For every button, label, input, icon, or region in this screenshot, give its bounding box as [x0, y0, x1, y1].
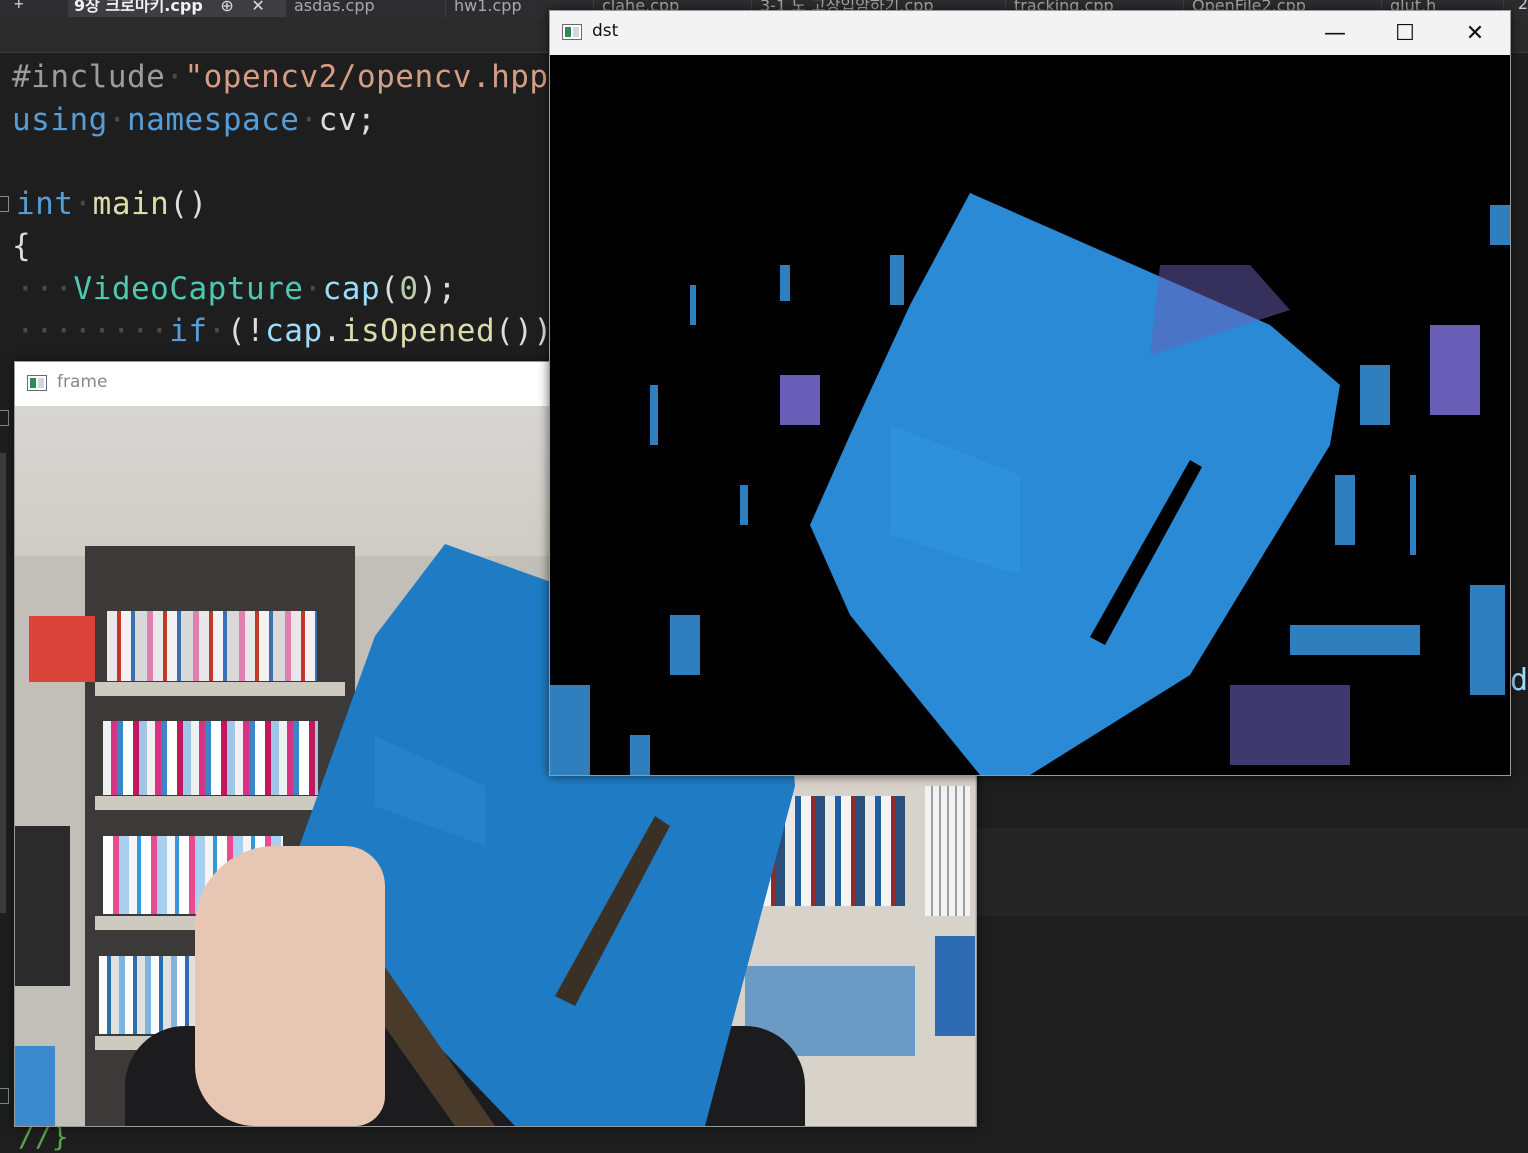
hand [195, 846, 385, 1126]
noise-speck [740, 485, 748, 525]
code-line-capture: ···VideoCapture·cap(0); [16, 271, 457, 307]
code-token: #include [12, 59, 166, 95]
maximize-icon[interactable]: ☐ [1370, 11, 1440, 55]
fold-toggle-icon[interactable] [0, 410, 9, 426]
code-token: isOpened [341, 313, 496, 349]
code-token: ); [418, 271, 457, 307]
pin-tab-icon[interactable]: ⊕ [220, 0, 233, 15]
code-edge-char: d [1509, 663, 1528, 698]
code-token: ( [380, 271, 400, 307]
code-token: cap [265, 313, 323, 349]
code-token: main [92, 186, 170, 222]
noise-speck [1410, 475, 1416, 555]
noise-speck [890, 255, 904, 305]
code-line-using: using·namespace·cv; [12, 102, 377, 138]
close-icon[interactable]: ✕ [1440, 11, 1510, 55]
noise-speck [690, 285, 696, 325]
tab-chroma-key[interactable]: 9장 크로마키.cpp ⊕ ✕ [68, 0, 286, 17]
frame-window-title: frame [57, 372, 108, 392]
noise-speck [1335, 475, 1355, 545]
noise-speck [1360, 365, 1390, 425]
noise-speck [780, 375, 820, 425]
fold-toggle-icon[interactable] [0, 196, 9, 212]
tab-label: asdas.cpp [294, 0, 375, 15]
dst-masked-image [550, 55, 1510, 775]
noise-speck [1470, 585, 1505, 695]
code-token: 0 [399, 271, 419, 307]
editor-current-line-band [976, 828, 1528, 916]
code-token: . [322, 313, 342, 349]
code-line-if: ········if·(!cap.isOpened()) [16, 313, 553, 349]
fold-toggle-icon[interactable] [0, 1088, 9, 1104]
code-token: int [16, 186, 74, 222]
code-token: (! [226, 313, 266, 349]
code-token: using [12, 102, 108, 138]
code-token: cap [322, 271, 381, 307]
code-token: { [12, 228, 32, 264]
tab-overflow-number: 2 [1517, 0, 1528, 13]
code-line-include: #include·"opencv2/opencv.hpp" [12, 59, 568, 95]
code-token: cv; [318, 102, 377, 138]
code-line-brace: { [12, 226, 31, 266]
noise-speck [650, 385, 658, 445]
code-line-main: int·main() [16, 186, 208, 222]
minimize-icon[interactable]: — [1300, 11, 1370, 55]
noise-speck [1230, 685, 1350, 765]
noise-speck [670, 615, 700, 675]
opencv-window-icon [562, 24, 582, 40]
code-token: "opencv2/opencv.hpp" [184, 59, 568, 95]
tab-asdas[interactable]: asdas.cpp [288, 0, 446, 17]
code-token: ()) [495, 313, 553, 349]
code-token: VideoCapture [73, 271, 304, 307]
noise-speck [1430, 325, 1480, 415]
dst-window[interactable]: dst — ☐ ✕ [549, 10, 1511, 776]
code-token: namespace [127, 102, 300, 138]
opencv-window-icon [27, 375, 47, 391]
tab-label: hw1.cpp [454, 0, 522, 15]
pin-icon[interactable]: + [14, 0, 24, 13]
dst-window-title: dst [592, 21, 619, 41]
dst-titlebar[interactable]: dst — ☐ ✕ [550, 11, 1510, 55]
noise-speck [630, 735, 650, 775]
code-token: () [169, 186, 208, 222]
noise-speck [780, 265, 790, 301]
noise-speck [550, 685, 590, 775]
close-tab-icon[interactable]: ✕ [251, 0, 264, 15]
noise-speck [1490, 205, 1510, 245]
noise-speck [1290, 625, 1420, 655]
tab-label: 9장 크로마키.cpp [74, 0, 203, 15]
editor-change-bar [0, 453, 6, 913]
code-token: if [169, 313, 208, 349]
